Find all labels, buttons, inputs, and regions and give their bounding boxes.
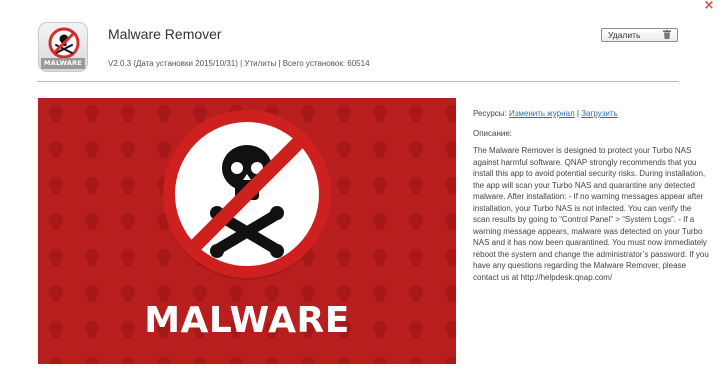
download-link[interactable]: Загрузить	[581, 109, 618, 118]
resources-separator: |	[576, 109, 579, 118]
description-body: The Malware Remover is designed to prote…	[473, 146, 709, 282]
app-title: Malware Remover	[108, 26, 222, 42]
resources-label: Ресурсы:	[473, 109, 507, 118]
description-heading: Описание:	[473, 129, 513, 138]
banner-title: MALWARE	[144, 300, 350, 341]
trash-icon	[663, 30, 671, 39]
app-meta: V2.0.3 (Дата установки 2015/10/31) | Ути…	[108, 59, 370, 68]
resources-line: Ресурсы: Изменить журнал | Загрузить	[473, 109, 618, 118]
remove-button-label: Удалить	[608, 30, 641, 40]
header-divider	[37, 81, 679, 82]
close-icon[interactable]: ×	[702, 0, 716, 14]
changelog-link[interactable]: Изменить журнал	[509, 109, 575, 118]
app-icon-label: MALWARE	[41, 58, 85, 69]
remove-button[interactable]: Удалить	[601, 28, 678, 42]
malware-banner: MALWARE	[38, 98, 456, 364]
app-icon: MALWARE	[38, 22, 88, 72]
